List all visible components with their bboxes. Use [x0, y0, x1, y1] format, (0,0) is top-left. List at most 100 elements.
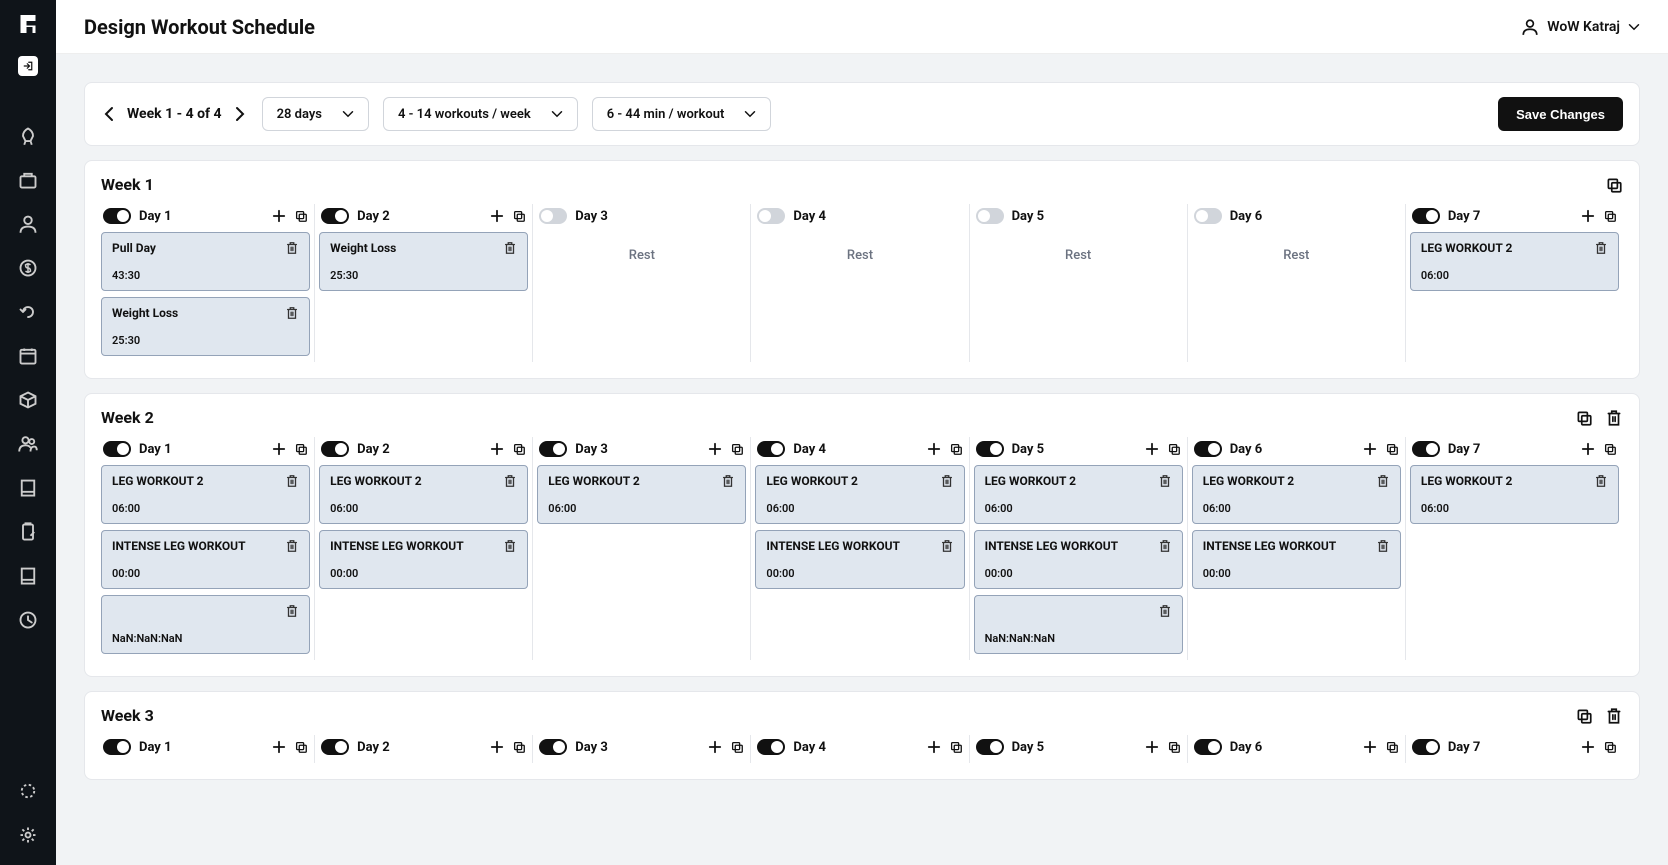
day-toggle[interactable] [757, 441, 785, 457]
add-workout-button[interactable] [1581, 740, 1595, 754]
copy-week-button[interactable] [1605, 176, 1623, 194]
book-icon[interactable] [18, 478, 38, 498]
day-toggle[interactable] [321, 441, 349, 457]
duration-dropdown[interactable]: 28 days [262, 97, 369, 131]
box-icon[interactable] [18, 390, 38, 410]
add-workout-button[interactable] [490, 740, 504, 754]
copy-day-button[interactable] [1385, 740, 1399, 754]
add-workout-button[interactable] [927, 740, 941, 754]
copy-week-button[interactable] [1575, 707, 1593, 725]
workout-card[interactable]: LEG WORKOUT 2 06:00 [755, 465, 964, 524]
delete-workout-button[interactable] [721, 474, 735, 488]
day-toggle[interactable] [103, 208, 131, 224]
day-toggle[interactable] [321, 208, 349, 224]
save-button[interactable]: Save Changes [1498, 97, 1623, 131]
add-workout-button[interactable] [708, 442, 722, 456]
copy-day-button[interactable] [949, 740, 963, 754]
help-icon[interactable] [18, 781, 38, 801]
copy-day-button[interactable] [512, 442, 526, 456]
day-toggle[interactable] [103, 739, 131, 755]
day-toggle[interactable] [321, 739, 349, 755]
delete-workout-button[interactable] [285, 539, 299, 553]
delete-workout-button[interactable] [285, 241, 299, 255]
day-toggle[interactable] [1412, 739, 1440, 755]
workout-card[interactable]: LEG WORKOUT 2 06:00 [1410, 465, 1619, 524]
copy-day-button[interactable] [294, 442, 308, 456]
user-menu[interactable]: WoW Katraj [1521, 18, 1640, 36]
user-icon[interactable] [18, 214, 38, 234]
calendar-icon[interactable] [18, 346, 38, 366]
add-workout-button[interactable] [1145, 442, 1159, 456]
workout-card[interactable]: LEG WORKOUT 2 06:00 [1192, 465, 1401, 524]
delete-week-button[interactable] [1605, 707, 1623, 725]
day-toggle[interactable] [539, 208, 567, 224]
day-toggle[interactable] [539, 739, 567, 755]
clipboard-icon[interactable] [18, 522, 38, 542]
copy-day-button[interactable] [1603, 209, 1617, 223]
copy-day-button[interactable] [730, 740, 744, 754]
workout-card[interactable]: LEG WORKOUT 2 06:00 [974, 465, 1183, 524]
workout-card[interactable]: Pull Day 43:30 [101, 232, 310, 291]
workouts-dropdown[interactable]: 4 - 14 workouts / week [383, 97, 578, 131]
delete-week-button[interactable] [1605, 409, 1623, 427]
delete-workout-button[interactable] [503, 539, 517, 553]
day-toggle[interactable] [539, 441, 567, 457]
briefcase-icon[interactable] [18, 170, 38, 190]
delete-workout-button[interactable] [1594, 241, 1608, 255]
delete-workout-button[interactable] [285, 306, 299, 320]
copy-day-button[interactable] [1385, 442, 1399, 456]
workout-card[interactable]: Weight Loss 25:30 [319, 232, 528, 291]
day-toggle[interactable] [1412, 208, 1440, 224]
add-workout-button[interactable] [1145, 740, 1159, 754]
workout-card[interactable]: LEG WORKOUT 2 06:00 [1410, 232, 1619, 291]
delete-workout-button[interactable] [1158, 474, 1172, 488]
add-workout-button[interactable] [272, 740, 286, 754]
dollar-icon[interactable] [18, 258, 38, 278]
gear-icon[interactable] [18, 825, 38, 845]
copy-day-button[interactable] [294, 740, 308, 754]
delete-workout-button[interactable] [1376, 474, 1390, 488]
next-week-button[interactable] [232, 106, 248, 122]
prev-week-button[interactable] [101, 106, 117, 122]
minutes-dropdown[interactable]: 6 - 44 min / workout [592, 97, 772, 131]
workout-card[interactable]: NaN:NaN:NaN [101, 595, 310, 654]
workout-card[interactable]: INTENSE LEG WORKOUT 00:00 [101, 530, 310, 589]
add-workout-button[interactable] [272, 442, 286, 456]
workout-card[interactable]: NaN:NaN:NaN [974, 595, 1183, 654]
day-toggle[interactable] [976, 739, 1004, 755]
workout-card[interactable]: LEG WORKOUT 2 06:00 [101, 465, 310, 524]
add-workout-button[interactable] [490, 209, 504, 223]
undo-icon[interactable] [18, 302, 38, 322]
day-toggle[interactable] [1412, 441, 1440, 457]
history-icon[interactable] [18, 610, 38, 630]
day-toggle[interactable] [1194, 739, 1222, 755]
day-toggle[interactable] [1194, 208, 1222, 224]
copy-day-button[interactable] [1603, 740, 1617, 754]
add-workout-button[interactable] [490, 442, 504, 456]
day-toggle[interactable] [757, 208, 785, 224]
add-workout-button[interactable] [272, 209, 286, 223]
delete-workout-button[interactable] [503, 474, 517, 488]
delete-workout-button[interactable] [285, 604, 299, 618]
add-workout-button[interactable] [927, 442, 941, 456]
delete-workout-button[interactable] [1376, 539, 1390, 553]
delete-workout-button[interactable] [503, 241, 517, 255]
delete-workout-button[interactable] [1594, 474, 1608, 488]
day-toggle[interactable] [976, 441, 1004, 457]
workout-card[interactable]: LEG WORKOUT 2 06:00 [537, 465, 746, 524]
add-workout-button[interactable] [1581, 442, 1595, 456]
workout-card[interactable]: LEG WORKOUT 2 06:00 [319, 465, 528, 524]
delete-workout-button[interactable] [940, 474, 954, 488]
copy-day-button[interactable] [1603, 442, 1617, 456]
book2-icon[interactable] [18, 566, 38, 586]
workout-card[interactable]: INTENSE LEG WORKOUT 00:00 [1192, 530, 1401, 589]
day-toggle[interactable] [976, 208, 1004, 224]
rocket-icon[interactable] [18, 126, 38, 146]
copy-day-button[interactable] [949, 442, 963, 456]
add-workout-button[interactable] [1581, 209, 1595, 223]
workout-card[interactable]: INTENSE LEG WORKOUT 00:00 [755, 530, 964, 589]
day-toggle[interactable] [1194, 441, 1222, 457]
day-toggle[interactable] [103, 441, 131, 457]
add-workout-button[interactable] [1363, 442, 1377, 456]
delete-workout-button[interactable] [1158, 539, 1172, 553]
